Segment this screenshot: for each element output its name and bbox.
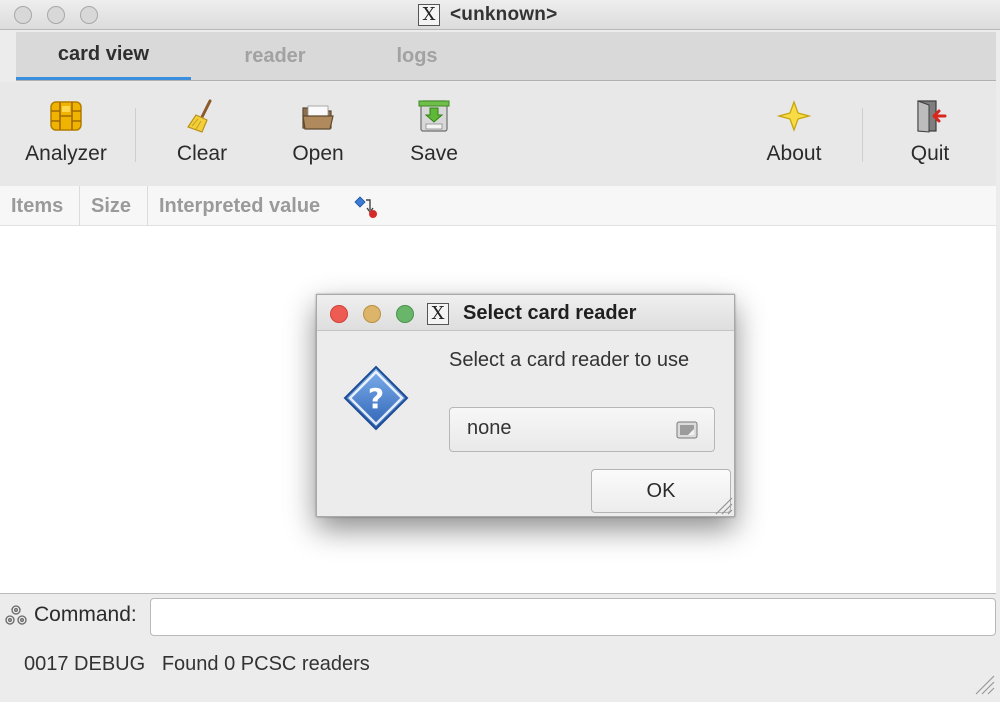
toolbar-separator xyxy=(135,108,136,162)
dialog-title-bar: X Select card reader xyxy=(317,295,734,331)
ok-button[interactable]: OK xyxy=(591,469,731,513)
main-window: X <unknown> card view reader logs Analyz… xyxy=(0,0,1000,702)
column-items[interactable]: Items xyxy=(0,186,79,226)
folder-open-icon xyxy=(302,105,334,130)
dropdown-indicator-icon xyxy=(676,421,698,439)
svg-text:?: ? xyxy=(368,382,384,415)
close-window-button[interactable] xyxy=(14,6,32,24)
command-label: Command: xyxy=(34,603,137,626)
tab-card-view[interactable]: card view xyxy=(16,32,191,80)
window-title-group: X <unknown> xyxy=(418,4,557,26)
dialog-minimize-button[interactable] xyxy=(363,305,381,323)
broom-icon xyxy=(187,99,212,133)
x11-logo-icon: X xyxy=(418,4,440,26)
question-icon: ? xyxy=(343,365,409,431)
tab-reader[interactable]: reader xyxy=(206,32,344,80)
command-bar: Command: xyxy=(0,594,1000,640)
gear-cluster-icon xyxy=(5,605,27,625)
status-bar: 0017 DEBUG Found 0 PCSC readers xyxy=(0,640,1000,702)
toolbar: Analyzer Clear Open Save About Quit xyxy=(0,82,996,188)
column-size[interactable]: Size xyxy=(80,186,147,226)
star-icon xyxy=(776,100,812,132)
save-button[interactable]: Save xyxy=(392,98,476,166)
quit-button[interactable]: Quit xyxy=(888,98,972,166)
dialog-zoom-button[interactable] xyxy=(396,305,414,323)
window-title: <unknown> xyxy=(450,4,558,25)
quit-label: Quit xyxy=(910,142,950,165)
open-button[interactable]: Open xyxy=(276,98,360,166)
title-bar: X <unknown> xyxy=(0,0,1000,30)
analyzer-label: Analyzer xyxy=(25,142,107,165)
about-label: About xyxy=(766,142,822,165)
tab-bar: card view reader logs xyxy=(16,32,996,81)
analyzer-button[interactable]: Analyzer xyxy=(18,98,114,166)
card-reader-select[interactable]: none xyxy=(449,407,715,452)
open-label: Open xyxy=(292,142,344,165)
clear-label: Clear xyxy=(176,142,228,165)
resize-grip-icon[interactable] xyxy=(972,672,996,696)
smartcard-chip-icon xyxy=(50,101,82,131)
status-message: 0017 DEBUG Found 0 PCSC readers xyxy=(24,653,370,675)
save-disk-icon xyxy=(418,100,450,132)
column-interpreted-value[interactable]: Interpreted value xyxy=(148,186,348,226)
column-header: Items Size Interpreted value xyxy=(0,186,996,226)
x11-logo-icon: X xyxy=(427,303,449,325)
dialog-resize-grip-icon[interactable] xyxy=(713,495,733,515)
save-label: Save xyxy=(410,142,458,165)
column-options-icon[interactable] xyxy=(353,194,381,220)
dialog-prompt: Select a card reader to use xyxy=(449,349,690,371)
command-input[interactable] xyxy=(150,598,996,636)
exit-door-icon xyxy=(917,100,947,133)
card-reader-select-value: none xyxy=(467,417,512,439)
dialog-title: Select card reader xyxy=(463,302,637,324)
zoom-window-button[interactable] xyxy=(80,6,98,24)
minimize-window-button[interactable] xyxy=(47,6,65,24)
select-card-reader-dialog: X Select card reader Select a card reade… xyxy=(316,294,735,517)
toolbar-separator xyxy=(862,108,863,162)
about-button[interactable]: About xyxy=(752,98,836,166)
tab-logs[interactable]: logs xyxy=(362,32,472,80)
clear-button[interactable]: Clear xyxy=(160,98,244,166)
dialog-close-button[interactable] xyxy=(330,305,348,323)
